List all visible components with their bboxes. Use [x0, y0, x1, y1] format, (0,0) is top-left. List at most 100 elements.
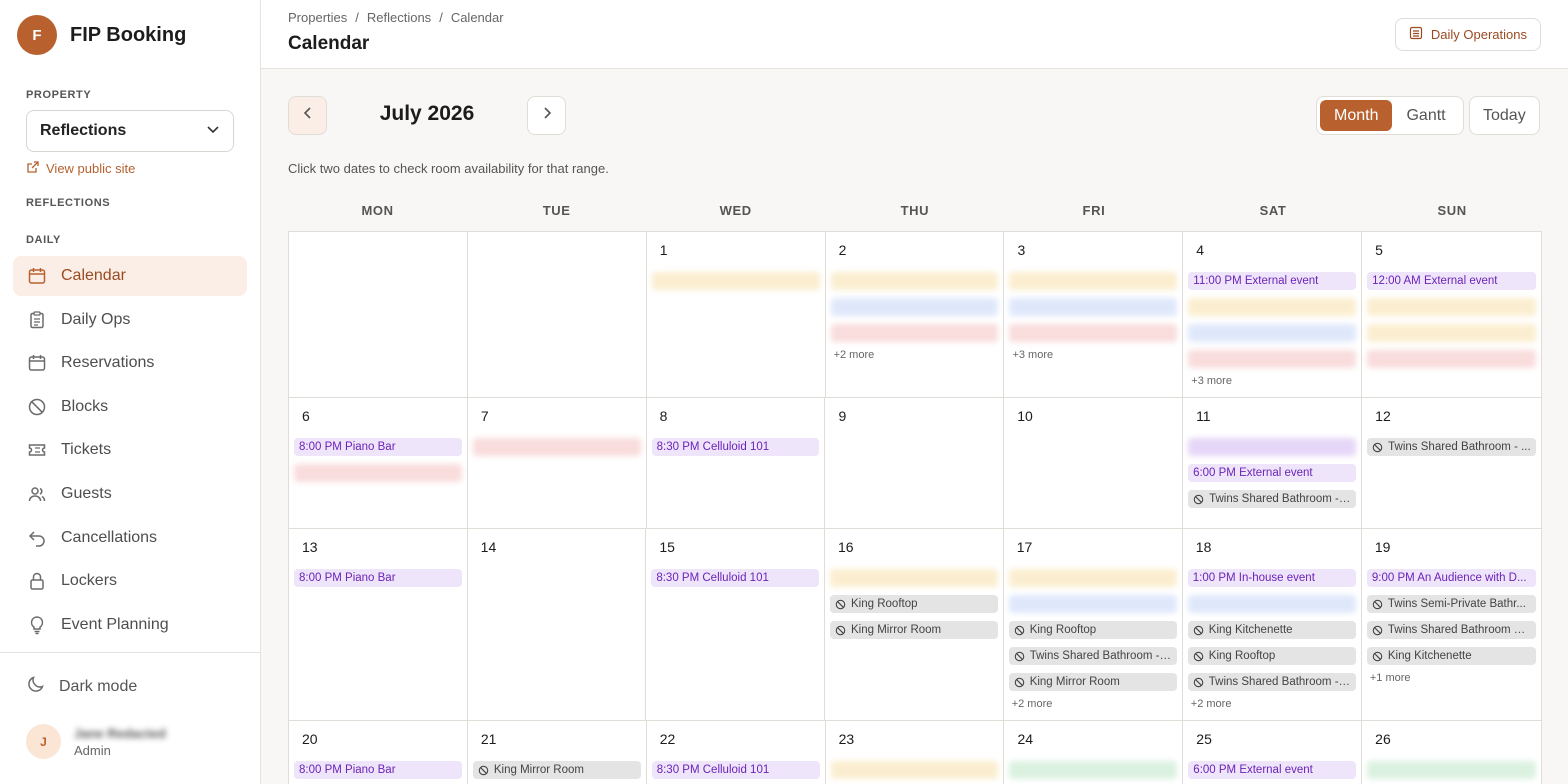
- brand[interactable]: F FIP Booking: [17, 15, 186, 55]
- event-redacted[interactable]: [1188, 298, 1357, 316]
- event-redacted[interactable]: [1188, 350, 1357, 368]
- sidebar-item-guests[interactable]: Guests: [13, 474, 247, 514]
- day-cell[interactable]: 7: [468, 398, 647, 528]
- more-events-link[interactable]: +3 more: [1009, 349, 1177, 361]
- event-redacted[interactable]: [1367, 324, 1537, 342]
- event-redacted[interactable]: [1008, 595, 1177, 613]
- user-menu[interactable]: J Jane Redacted Admin: [26, 724, 166, 759]
- more-events-link[interactable]: +1 more: [1367, 672, 1536, 684]
- event-item[interactable]: 6:00 PM External event: [1188, 464, 1357, 482]
- event-item[interactable]: 12:00 AM External event: [1367, 272, 1537, 290]
- day-cell[interactable]: 19 9:00 PM An Audience with D... Twins Sem…: [1362, 529, 1541, 720]
- day-cell[interactable]: 17 King Rooftop Twins Shared Bathroom - .…: [1004, 529, 1183, 720]
- more-events-link[interactable]: +2 more: [1009, 698, 1177, 710]
- event-redacted[interactable]: [1367, 298, 1537, 316]
- event-redacted[interactable]: [1009, 761, 1178, 779]
- block-event[interactable]: King Rooftop: [830, 595, 998, 613]
- day-cell[interactable]: 13 8:00 PM Piano Bar: [289, 529, 468, 720]
- day-cell[interactable]: 1: [647, 232, 826, 397]
- more-events-link[interactable]: +2 more: [1188, 698, 1356, 710]
- event-item[interactable]: 8:00 PM Piano Bar: [294, 761, 462, 779]
- gantt-view-button[interactable]: Gantt: [1392, 100, 1459, 131]
- event-redacted[interactable]: [830, 569, 998, 587]
- day-cell[interactable]: 24: [1004, 721, 1184, 784]
- dark-mode-toggle[interactable]: Dark mode: [26, 674, 137, 699]
- event-item[interactable]: 9:00 PM An Audience with D...: [1366, 569, 1536, 587]
- event-redacted[interactable]: [1188, 324, 1357, 342]
- breadcrumb-reflections[interactable]: Reflections: [367, 10, 431, 25]
- block-event[interactable]: King Mirror Room: [1008, 673, 1177, 691]
- event-redacted[interactable]: [1367, 350, 1537, 368]
- day-cell[interactable]: 8 8:30 PM Celluloid 101: [647, 398, 826, 528]
- day-cell[interactable]: [289, 232, 468, 397]
- property-select[interactable]: Reflections: [26, 110, 234, 152]
- event-item[interactable]: 8:30 PM Celluloid 101: [651, 569, 820, 587]
- event-item[interactable]: 8:30 PM Celluloid 101: [651, 761, 820, 779]
- block-event[interactable]: Twins Semi-Private Bathr...: [1366, 595, 1536, 613]
- event-redacted[interactable]: [1008, 569, 1177, 587]
- event-item[interactable]: 8:00 PM Piano Bar: [294, 438, 462, 456]
- day-cell[interactable]: 2 +2 more: [826, 232, 1005, 397]
- day-cell[interactable]: 23: [826, 721, 1005, 784]
- event-redacted[interactable]: [472, 438, 641, 456]
- day-cell[interactable]: 12 Twins Shared Bathroom - ...: [1362, 398, 1541, 528]
- sidebar-item-tickets[interactable]: Tickets: [13, 430, 247, 470]
- block-event[interactable]: Twins Shared Bathroom - ...: [1367, 438, 1536, 456]
- event-redacted[interactable]: [1009, 324, 1178, 342]
- day-cell[interactable]: 11 6:00 PM External event Twins Shared Ba…: [1183, 398, 1363, 528]
- event-redacted[interactable]: [830, 761, 999, 779]
- day-cell[interactable]: 6 8:00 PM Piano Bar: [289, 398, 468, 528]
- block-event[interactable]: Twins Shared Bathroom - ...: [1008, 647, 1177, 665]
- more-events-link[interactable]: +3 more: [1188, 375, 1356, 387]
- event-redacted[interactable]: [1367, 761, 1537, 779]
- event-redacted[interactable]: [830, 324, 999, 342]
- block-event[interactable]: King Mirror Room: [472, 761, 641, 779]
- event-redacted[interactable]: [1187, 595, 1356, 613]
- block-event[interactable]: Twins Shared Bathroom - ...: [1188, 490, 1357, 508]
- block-event[interactable]: King Rooftop: [1008, 621, 1177, 639]
- more-events-link[interactable]: +2 more: [831, 349, 999, 361]
- day-cell[interactable]: 20 8:00 PM Piano Bar: [289, 721, 468, 784]
- day-cell[interactable]: 9: [825, 398, 1005, 528]
- block-event[interactable]: King Kitchenette: [1366, 647, 1536, 665]
- day-cell[interactable]: 3 +3 more: [1004, 232, 1184, 397]
- sidebar-item-event-planning[interactable]: Event Planning: [13, 605, 247, 645]
- block-event[interactable]: King Mirror Room: [830, 621, 998, 639]
- sidebar-item-reservations[interactable]: Reservations: [13, 343, 247, 383]
- day-cell[interactable]: 10: [1004, 398, 1184, 528]
- event-redacted[interactable]: [294, 464, 462, 482]
- event-item[interactable]: 6:00 PM External event: [1188, 761, 1357, 779]
- block-event[interactable]: King Rooftop: [1187, 647, 1356, 665]
- event-redacted[interactable]: [830, 272, 999, 290]
- event-item[interactable]: 8:30 PM Celluloid 101: [651, 438, 820, 456]
- event-redacted[interactable]: [1009, 298, 1178, 316]
- sidebar-item-cancellations[interactable]: Cancellations: [13, 518, 247, 558]
- event-redacted[interactable]: [1009, 272, 1178, 290]
- day-cell[interactable]: 14: [468, 529, 647, 720]
- event-redacted[interactable]: [1188, 438, 1357, 456]
- event-redacted[interactable]: [830, 298, 999, 316]
- day-cell[interactable]: 26: [1362, 721, 1541, 784]
- breadcrumb-properties[interactable]: Properties: [288, 10, 347, 25]
- sidebar-item-daily-ops[interactable]: Daily Ops: [13, 300, 247, 340]
- day-cell[interactable]: 18 1:00 PM In-house event King Kitchenett…: [1183, 529, 1362, 720]
- day-cell[interactable]: 16 King Rooftop King Mirror Room: [825, 529, 1004, 720]
- day-cell[interactable]: 5 12:00 AM External event: [1362, 232, 1541, 397]
- block-event[interactable]: Twins Shared Bathroom C...: [1366, 621, 1536, 639]
- block-event[interactable]: King Kitchenette: [1187, 621, 1356, 639]
- event-item[interactable]: 1:00 PM In-house event: [1187, 569, 1356, 587]
- today-button[interactable]: Today: [1469, 96, 1540, 135]
- sidebar-item-calendar[interactable]: Calendar: [13, 256, 247, 296]
- day-cell[interactable]: 25 6:00 PM External event: [1183, 721, 1363, 784]
- month-view-button[interactable]: Month: [1320, 100, 1393, 131]
- block-event[interactable]: Twins Shared Bathroom - ...: [1187, 673, 1356, 691]
- sidebar-item-lockers[interactable]: Lockers: [13, 561, 247, 601]
- view-public-site-link[interactable]: View public site: [26, 160, 135, 177]
- event-item[interactable]: 11:00 PM External event: [1188, 272, 1357, 290]
- event-redacted[interactable]: [651, 272, 820, 290]
- day-cell[interactable]: 21 King Mirror Room: [468, 721, 647, 784]
- next-month-button[interactable]: [527, 96, 566, 135]
- day-cell[interactable]: 22 8:30 PM Celluloid 101: [647, 721, 826, 784]
- day-cell[interactable]: [468, 232, 647, 397]
- day-cell[interactable]: 4 11:00 PM External event +3 more: [1183, 232, 1363, 397]
